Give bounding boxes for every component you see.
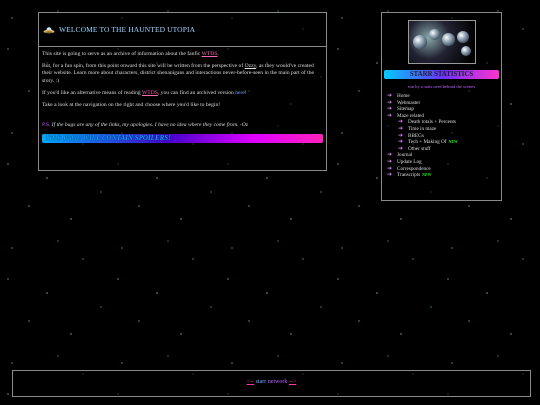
nav-item-label[interactable]: Death totals + Percents [408,119,456,126]
arrow-right-icon: ➔ [387,93,393,99]
webring-word-starr: starr [255,379,267,385]
arrow-right-icon: ➔ [387,172,393,179]
nav-item-label[interactable]: Time in maze [408,126,436,133]
webring-next-link[interactable]: --> [289,379,296,385]
nav-item-label[interactable]: Correspondence [397,166,431,173]
nav-item-label[interactable]: Transcripts [397,172,420,179]
nav-item[interactable]: ➔ Journal [387,152,501,159]
arrow-right-icon: ➔ [398,125,404,132]
nav-item-label[interactable]: Journal [397,152,412,159]
orb-icon [428,29,440,40]
arrow-right-icon: ➔ [387,158,393,165]
perspective-paragraph: But, for a fun spin, from this point onw… [42,63,315,84]
arrow-right-icon: ➔ [398,139,404,146]
new-badge: NEW [448,139,458,145]
orb-icon [412,35,427,49]
arrow-right-icon: ➔ [387,106,393,113]
welcome-header: WELCOME TO THE HAUNTED UTOPIA [39,13,326,47]
orb-icon [456,31,469,43]
arrow-right-icon: ➔ [398,119,404,126]
webring-prev-link[interactable]: <-- [247,379,254,385]
spoiler-warning: THIS PAGE WILL CONTAIN SPOILERS! [42,134,323,144]
nav-item[interactable]: ➔ Update Log [387,159,501,166]
archive-here-link[interactable]: here [235,90,245,96]
nav-item-label[interactable]: Other stuff [408,146,431,153]
webring-links: <-- starr network --> [13,379,530,385]
arrow-right-icon: ➔ [398,132,404,139]
ufo-icon [43,26,55,34]
nav-item[interactable]: ➔ Other stuff [387,146,501,153]
webring-word-network: network [267,379,288,385]
intro-paragraph: This site is going to serve as an archiv… [42,51,219,57]
nav-item[interactable]: ➔ Transcripts NEW [387,172,501,179]
nav-item-label[interactable]: Update Log [397,159,422,166]
orb-icon [460,46,471,56]
new-badge: NEW [422,172,432,178]
sidebar-nav: ➔ Home ➔ Webmaster ➔ Sitemap ➔ Maze related ➔ Dea… [382,93,501,179]
nav-item[interactable]: ➔ Time in maze [387,126,501,133]
nav-item[interactable]: ➔ Tech + Making Of NEW [387,139,501,146]
crystal-balls-image [407,20,476,64]
arrow-right-icon: ➔ [398,145,404,152]
wtds-link[interactable]: WTDS [142,90,158,96]
nav-item[interactable]: ➔ Death totals + Percents [387,119,501,126]
arrow-right-icon: ➔ [387,99,393,106]
sidebar-panel: STARR STATISTICS run by a stats nerd beh… [381,12,502,201]
nav-item[interactable]: ➔ Correspondence [387,166,501,173]
nav-item-label[interactable]: Home [397,93,410,100]
welcome-body: This site is going to serve as an archiv… [39,47,326,144]
nav-item-label[interactable]: Sitemap [397,106,414,113]
nav-item[interactable]: ➔ Webmaster [387,100,501,107]
ps-note: P.S. If the bugs are any of the links, m… [42,122,249,129]
nav-item-label[interactable]: Webmaster [397,100,420,107]
stats-tagline: run by a stats nerd behind the scenes [407,84,476,89]
archive-paragraph: If you'd like an alternative means of re… [42,89,247,96]
arrow-right-icon: ➔ [387,165,393,172]
arrow-right-icon: ➔ [387,112,393,119]
navigation-hint: Take a look at the navigation on the rig… [42,102,221,109]
page-title: WELCOME TO THE HAUNTED UTOPIA [59,25,196,34]
welcome-panel: WELCOME TO THE HAUNTED UTOPIA This site … [38,12,327,171]
orb-icon [441,33,455,46]
nav-item[interactable]: ➔ Sitemap [387,106,501,113]
fanfic-link[interactable]: WTDS [202,51,218,57]
nav-item[interactable]: ➔ Home [387,93,501,100]
stats-title: STARR STATISTICS [384,70,499,79]
nav-item-label[interactable]: Tech + Making Of [408,139,446,146]
author-link[interactable]: Ozzy [245,63,256,69]
nav-item-label[interactable]: Maze related [397,113,424,120]
webring-footer: <-- starr network --> [12,370,531,397]
nav-item[interactable]: ➔ Maze related [387,113,501,120]
arrow-right-icon: ➔ [387,152,393,159]
